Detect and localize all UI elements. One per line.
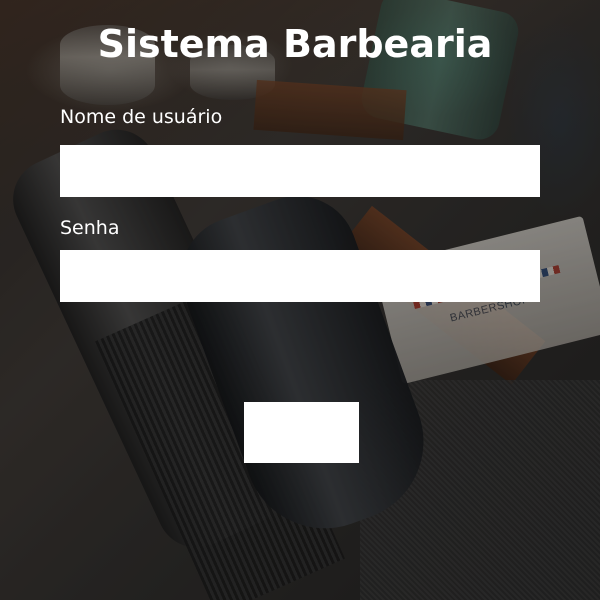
password-input[interactable]	[60, 250, 540, 302]
username-input[interactable]	[60, 145, 540, 197]
page-title: Sistema Barbearia	[97, 22, 493, 66]
password-label: Senha	[60, 217, 120, 239]
login-button[interactable]	[244, 402, 359, 463]
username-label: Nome de usuário	[60, 106, 223, 128]
